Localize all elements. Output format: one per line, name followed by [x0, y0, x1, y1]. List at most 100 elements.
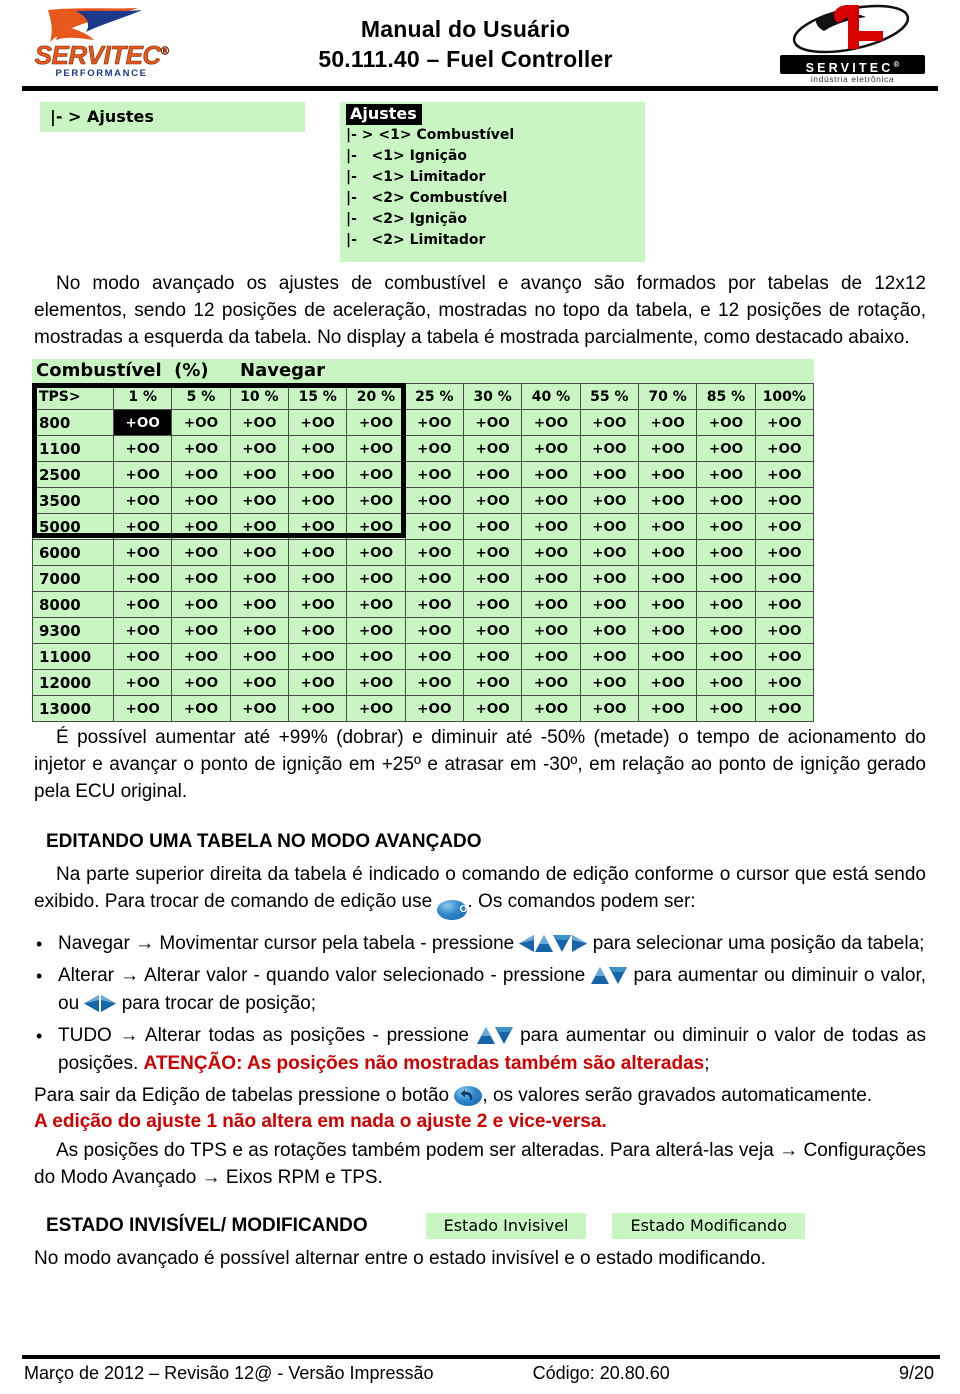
map-cell[interactable]: +OO: [404, 539, 464, 566]
map-cell[interactable]: +OO: [171, 461, 231, 488]
map-cell[interactable]: +OO: [637, 513, 698, 540]
map-cell[interactable]: +OO: [637, 643, 698, 670]
map-cell[interactable]: +OO: [754, 435, 815, 462]
map-cell[interactable]: +OO: [462, 695, 523, 722]
map-cell[interactable]: +OO: [696, 617, 756, 644]
map-cell[interactable]: +OO: [287, 669, 348, 696]
map-cell[interactable]: +OO: [696, 539, 756, 566]
map-cell[interactable]: +OO: [404, 695, 464, 722]
map-cell[interactable]: +OO: [287, 643, 348, 670]
map-cell[interactable]: +OO: [754, 487, 815, 514]
map-cell[interactable]: +OO: [171, 513, 231, 540]
map-cell[interactable]: +OO: [171, 409, 231, 436]
map-cell[interactable]: +OO: [171, 565, 231, 592]
map-cell[interactable]: +OO: [112, 695, 173, 722]
map-cell[interactable]: +OO: [404, 461, 464, 488]
map-cell[interactable]: +OO: [346, 617, 406, 644]
map-cell[interactable]: +OO: [229, 539, 289, 566]
map-cell[interactable]: +OO: [462, 513, 523, 540]
map-cell[interactable]: +OO: [171, 669, 231, 696]
map-cell[interactable]: +OO: [696, 669, 756, 696]
map-cell[interactable]: +OO: [754, 669, 815, 696]
map-cell[interactable]: +OO: [229, 461, 289, 488]
map-cell[interactable]: +OO: [696, 643, 756, 670]
map-cell[interactable]: +OO: [696, 591, 756, 618]
map-cell[interactable]: +OO: [462, 539, 523, 566]
leftright-arrows-icon-group[interactable]: [84, 994, 117, 1013]
map-cell[interactable]: +OO: [346, 435, 406, 462]
map-cell[interactable]: +OO: [521, 565, 581, 592]
map-cell[interactable]: +OO: [171, 435, 231, 462]
map-cell[interactable]: +OO: [171, 643, 231, 670]
map-cell[interactable]: +OO: [521, 409, 581, 436]
map-cell[interactable]: +OO: [579, 617, 639, 644]
map-cell[interactable]: +OO: [754, 565, 815, 592]
back-button-icon[interactable]: [454, 1086, 483, 1106]
map-cell[interactable]: +OO: [171, 487, 231, 514]
map-cell[interactable]: +OO: [171, 591, 231, 618]
map-cell[interactable]: +OO: [404, 565, 464, 592]
map-cell[interactable]: +OO: [112, 487, 173, 514]
map-cell[interactable]: +OO: [229, 695, 289, 722]
map-cell[interactable]: +OO: [637, 695, 698, 722]
map-cell[interactable]: +OO: [229, 617, 289, 644]
map-cell[interactable]: +OO: [637, 435, 698, 462]
map-cell[interactable]: +OO: [287, 409, 348, 436]
map-cell[interactable]: +OO: [112, 539, 173, 566]
map-cell[interactable]: +OO: [346, 461, 406, 488]
map-cell[interactable]: +OO: [112, 643, 173, 670]
map-cell[interactable]: +OO: [229, 513, 289, 540]
map-cell[interactable]: +OO: [637, 591, 698, 618]
lcd-menu-item[interactable]: |- <2> Ignição: [346, 209, 645, 230]
map-cell[interactable]: +OO: [404, 643, 464, 670]
map-cell[interactable]: +OO: [754, 617, 815, 644]
lcd-menu-item[interactable]: |- <1> Limitador: [346, 167, 645, 188]
map-cell[interactable]: +OO: [754, 695, 815, 722]
map-cell[interactable]: +OO: [637, 461, 698, 488]
map-cell[interactable]: +OO: [637, 539, 698, 566]
map-cell[interactable]: +OO: [112, 461, 173, 488]
map-cell[interactable]: +OO: [229, 565, 289, 592]
map-cell[interactable]: +OO: [637, 409, 698, 436]
map-cell[interactable]: +OO: [229, 643, 289, 670]
map-cell[interactable]: +OO: [579, 435, 639, 462]
map-cell[interactable]: +OO: [346, 591, 406, 618]
map-cell[interactable]: +OO: [287, 487, 348, 514]
direction-arrows-icon-group[interactable]: [519, 934, 588, 953]
map-cell[interactable]: +OO: [579, 539, 639, 566]
map-cell[interactable]: +OO: [404, 487, 464, 514]
map-cell[interactable]: +OO: [229, 669, 289, 696]
map-cell[interactable]: +OO: [521, 695, 581, 722]
map-cell[interactable]: +OO: [754, 461, 815, 488]
map-cell[interactable]: +OO: [404, 617, 464, 644]
map-cell[interactable]: +OO: [637, 565, 698, 592]
map-cell[interactable]: +OO: [346, 539, 406, 566]
map-cell[interactable]: +OO: [462, 643, 523, 670]
map-cell[interactable]: +OO: [521, 435, 581, 462]
map-cell[interactable]: +OO: [754, 643, 815, 670]
map-cell[interactable]: +OO: [579, 565, 639, 592]
map-cell[interactable]: +OO: [579, 409, 639, 436]
map-cell[interactable]: +OO: [579, 591, 639, 618]
map-cell[interactable]: +OO: [346, 669, 406, 696]
map-cell[interactable]: +OO: [171, 539, 231, 566]
map-cell[interactable]: +OO: [287, 617, 348, 644]
updown-arrows-icon-group[interactable]: [590, 966, 628, 985]
map-cell[interactable]: +OO: [462, 565, 523, 592]
map-cell[interactable]: +OO: [754, 513, 815, 540]
map-cell[interactable]: +OO: [462, 617, 523, 644]
map-cell[interactable]: +OO: [229, 591, 289, 618]
map-cell[interactable]: +OO: [462, 409, 523, 436]
map-cell[interactable]: +OO: [637, 669, 698, 696]
arrow-up-icon[interactable]: [590, 966, 610, 985]
map-cell[interactable]: +OO: [346, 487, 406, 514]
map-cell[interactable]: +OO: [287, 539, 348, 566]
map-cell[interactable]: +OO: [287, 435, 348, 462]
map-cell[interactable]: +OO: [637, 487, 698, 514]
map-cell[interactable]: +OO: [521, 591, 581, 618]
map-cell[interactable]: +OO: [229, 487, 289, 514]
lcd-menu-item[interactable]: |- <1> Ignição: [346, 146, 645, 167]
map-cell[interactable]: +OO: [462, 669, 523, 696]
map-cell[interactable]: +OO: [696, 565, 756, 592]
map-cell[interactable]: +OO: [696, 513, 756, 540]
